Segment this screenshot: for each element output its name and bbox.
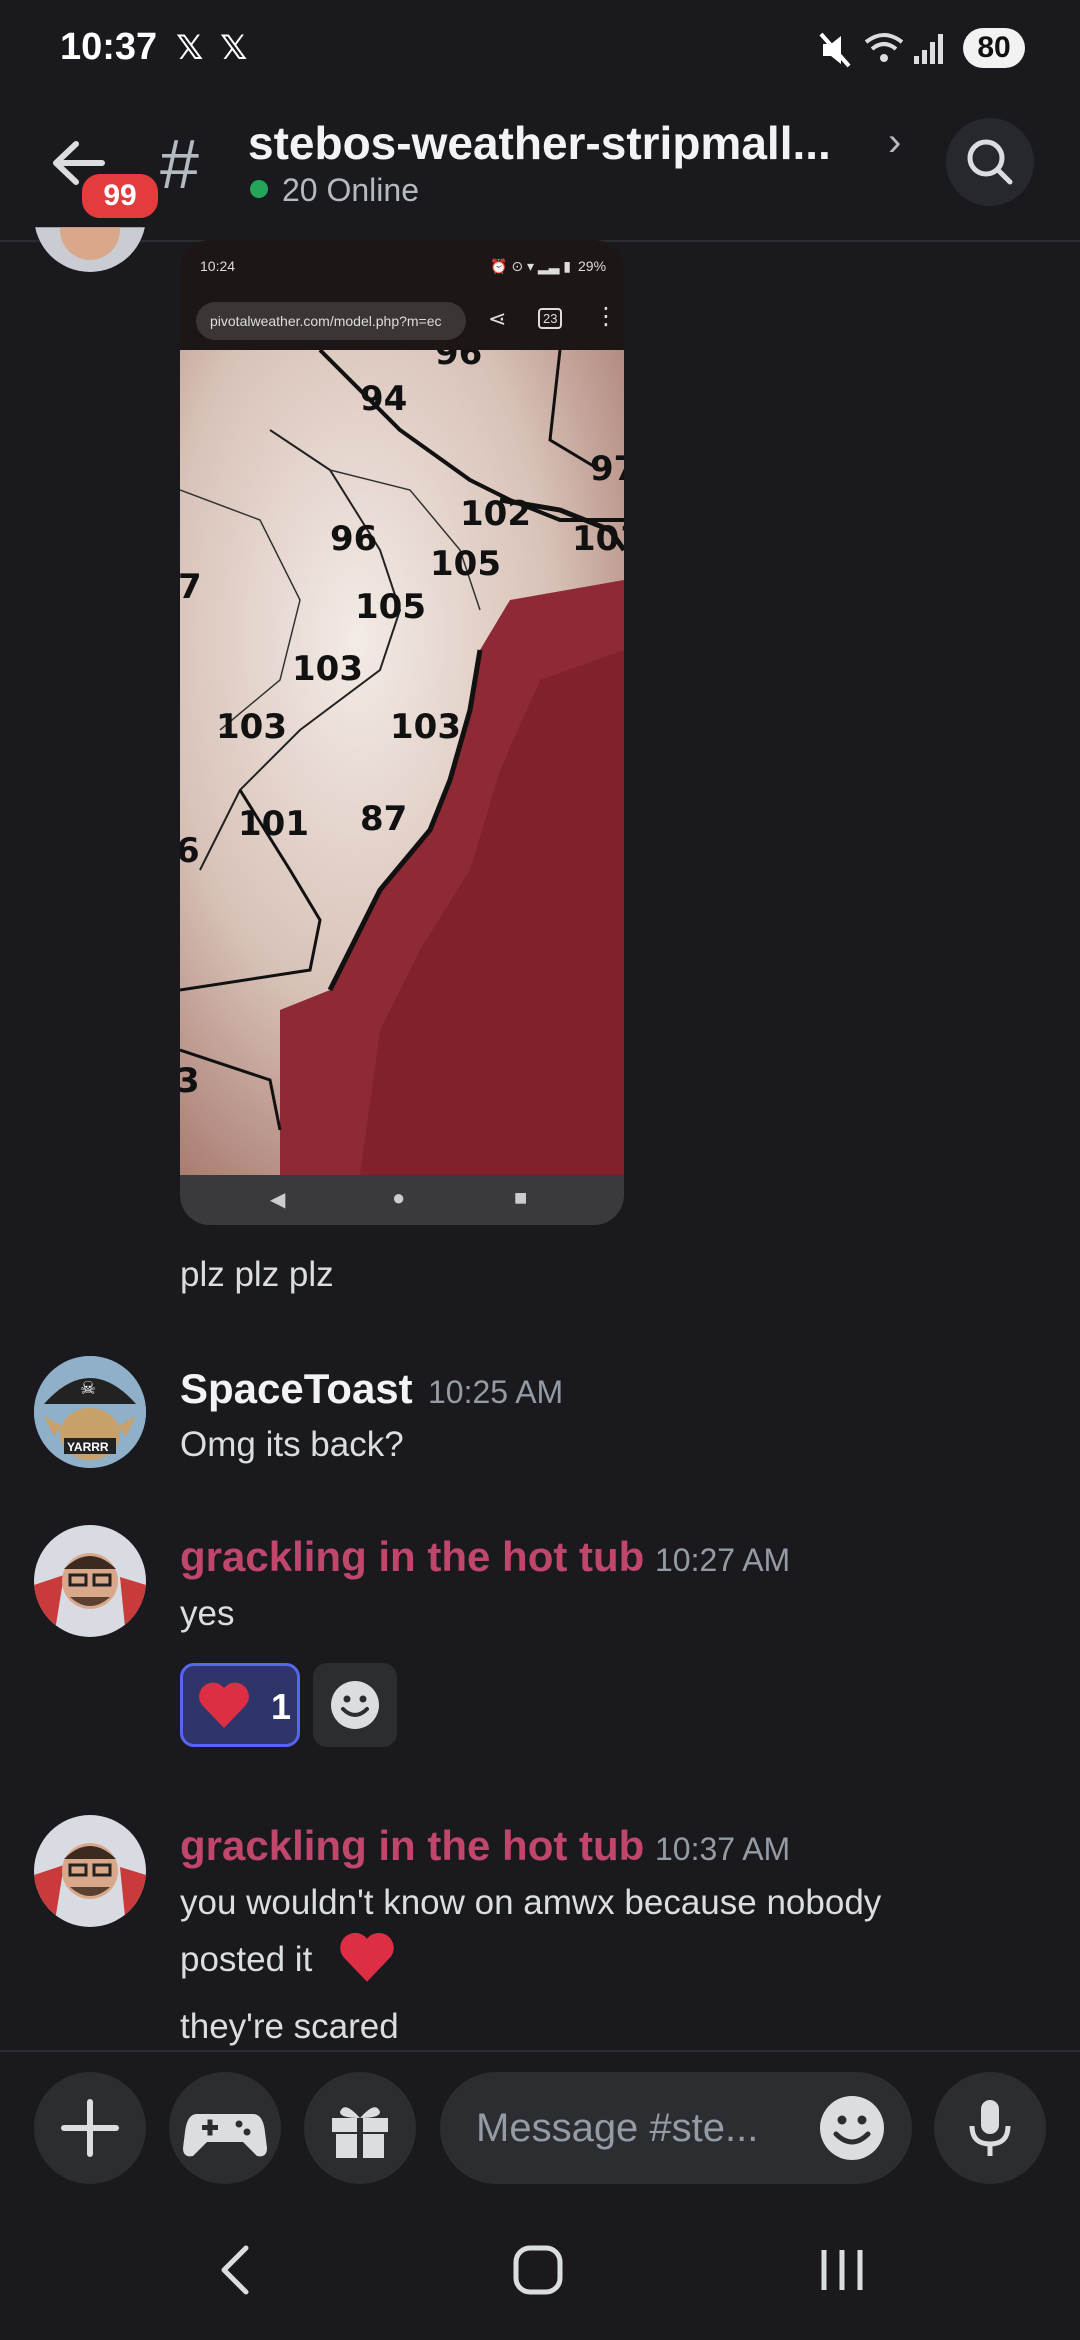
svg-text:97: 97 — [590, 449, 624, 489]
nav-home-icon[interactable] — [508, 2240, 568, 2300]
x-app-icon: 𝕏 — [176, 29, 204, 67]
message-text: plz plz plz — [180, 1255, 334, 1294]
embedded-home-icon: ● — [392, 1185, 406, 1210]
add-attachment-button[interactable] — [34, 2072, 146, 2184]
svg-text:YARRR: YARRR — [67, 1440, 109, 1454]
embedded-recents-icon: ■ — [514, 1185, 528, 1210]
svg-text:103: 103 — [572, 519, 624, 559]
image-attachment[interactable]: 10:24 ⏰ ⊙ ▾ ▂▃ ▮ 29% pivotalweather.com/… — [180, 240, 624, 1225]
timestamp: 10:37 AM — [655, 1831, 791, 1867]
svg-text:101: 101 — [238, 804, 309, 844]
embedded-back-icon: ◀ — [270, 1189, 286, 1211]
message-text: Omg its back? — [180, 1425, 404, 1464]
svg-text:94: 94 — [360, 379, 407, 419]
status-bar: 10:37 𝕏 𝕏 80 — [0, 0, 1080, 100]
svg-text:105: 105 — [430, 544, 501, 584]
channel-header: 99 # stebos-weather-stripmall... › 20 On… — [0, 100, 1080, 242]
embedded-status-bar: 10:24 ⏰ ⊙ ▾ ▂▃ ▮ 29% — [180, 240, 624, 290]
message-input[interactable]: Message #ste... — [440, 2072, 912, 2184]
embedded-nav-bar: ◀ ● ■ — [180, 1175, 624, 1225]
heart-icon — [199, 1682, 249, 1728]
svg-text:103: 103 — [292, 649, 363, 689]
heart-reaction[interactable]: 1 — [180, 1663, 300, 1747]
pirate-avatar-icon: ☠ YARRR — [34, 1356, 146, 1468]
message-text-line: you wouldn't know on amwx because nobody — [180, 1883, 882, 1922]
svg-text:96: 96 — [435, 350, 482, 373]
svg-text:☠: ☠ — [80, 1378, 96, 1398]
svg-text:3: 3 — [180, 1061, 200, 1101]
search-icon — [967, 139, 1013, 185]
username[interactable]: grackling in the hot tub — [180, 1822, 644, 1870]
x-app-icon: 𝕏 — [220, 29, 248, 67]
system-navigation-bar — [0, 2200, 1080, 2340]
gamepad-icon — [183, 2114, 267, 2157]
nav-recents-icon[interactable] — [812, 2240, 872, 2300]
online-status-dot — [250, 180, 268, 198]
microphone-icon — [969, 2100, 1011, 2156]
weather-map: 96 94 97 102 96 105 103 7 105 103 103 10… — [180, 350, 624, 1175]
gift-button[interactable] — [304, 2072, 416, 2184]
plus-icon — [61, 2099, 119, 2157]
channel-hash-icon: # — [160, 125, 199, 203]
user-avatar-icon — [34, 1815, 146, 1927]
voice-message-button[interactable] — [934, 2072, 1046, 2184]
nav-back-icon[interactable] — [210, 2240, 260, 2300]
svg-text:103: 103 — [390, 707, 461, 747]
search-button[interactable] — [946, 118, 1034, 206]
menu-dots-icon: ⋮ — [594, 303, 618, 330]
message-composer: Message #ste... — [0, 2050, 1080, 2202]
svg-text:6: 6 — [180, 831, 200, 871]
svg-text:96: 96 — [330, 519, 377, 559]
message-text-line: posted it — [180, 1940, 313, 1979]
channel-title[interactable]: stebos-weather-stripmall... — [248, 116, 831, 170]
online-count: 20 Online — [282, 172, 419, 208]
svg-text:7: 7 — [180, 567, 202, 607]
status-time: 10:37 — [60, 26, 158, 68]
timestamp: 10:27 AM — [655, 1542, 791, 1578]
signal-icon — [914, 34, 943, 64]
message-text-line: they're scared — [180, 2007, 399, 2046]
battery-indicator: 80 — [963, 28, 1025, 68]
embedded-url: pivotalweather.com/model.php?m=ec — [196, 302, 466, 340]
smiley-icon — [331, 1681, 379, 1729]
avatar[interactable] — [34, 1815, 146, 1927]
reaction-count: 1 — [271, 1686, 292, 1727]
wifi-icon — [864, 33, 904, 62]
activities-button[interactable] — [169, 2072, 281, 2184]
svg-text:103: 103 — [216, 707, 287, 747]
add-reaction-button[interactable] — [313, 1663, 397, 1747]
mute-icon — [819, 32, 851, 68]
embedded-url-bar: pivotalweather.com/model.php?m=ec ⋖ 23 ⋮ — [180, 290, 624, 350]
svg-text:105: 105 — [355, 587, 426, 627]
avatar[interactable]: ☠ YARRR — [34, 1356, 146, 1468]
heart-emoji-icon — [340, 1932, 394, 1982]
username[interactable]: grackling in the hot tub — [180, 1533, 644, 1581]
message-input-placeholder: Message #ste... — [476, 2106, 759, 2150]
avatar[interactable] — [34, 1525, 146, 1637]
svg-text:87: 87 — [360, 799, 407, 839]
tabs-count: 23 — [538, 308, 563, 329]
unread-badge: 99 — [78, 170, 162, 222]
gift-icon — [332, 2107, 388, 2158]
chevron-right-icon[interactable]: › — [888, 120, 901, 165]
timestamp: 10:25 AM — [428, 1374, 564, 1410]
message-text: yes — [180, 1594, 235, 1633]
username[interactable]: SpaceToast — [180, 1365, 413, 1413]
share-icon: ⋖ — [488, 306, 507, 331]
user-avatar-icon — [34, 1525, 146, 1637]
emoji-picker-icon[interactable] — [816, 2092, 888, 2164]
svg-text:102: 102 — [460, 494, 531, 534]
